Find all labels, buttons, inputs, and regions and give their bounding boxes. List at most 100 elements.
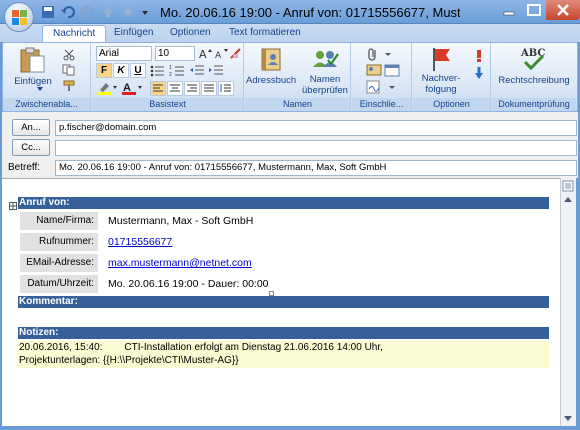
- close-icon[interactable]: [546, 0, 580, 20]
- office-button[interactable]: [4, 2, 34, 32]
- paste-dropdown-icon[interactable]: [36, 86, 44, 92]
- justify-button[interactable]: [201, 81, 217, 96]
- customize-qat-icon[interactable]: [140, 4, 150, 20]
- tab-text-formatieren[interactable]: Text formatieren: [219, 25, 311, 42]
- attach-dropdown-icon[interactable]: [384, 47, 392, 61]
- svg-text:2: 2: [169, 72, 172, 78]
- check-names-icon[interactable]: [310, 46, 340, 72]
- font-size-combo[interactable]: 10: [155, 46, 195, 61]
- tab-optionen[interactable]: Optionen: [160, 25, 221, 42]
- align-left-button[interactable]: [150, 81, 166, 96]
- name-company-label: Name/Firma:: [20, 212, 98, 230]
- high-importance-icon[interactable]: [474, 49, 484, 63]
- datetime-label: Datum/Uhrzeit:: [20, 275, 98, 293]
- svg-text:1: 1: [169, 65, 172, 71]
- ruler-toggle-icon[interactable]: [562, 180, 574, 192]
- name-company-value: Mustermann, Max - Soft GmbH: [108, 215, 254, 227]
- group-include: Einschlie...: [352, 43, 412, 111]
- up-arrow-icon[interactable]: [100, 4, 116, 20]
- line-spacing-icon: [220, 84, 231, 92]
- group-label: Einschlie...: [352, 98, 411, 111]
- increase-indent-icon[interactable]: [208, 63, 224, 78]
- notes-content: 20.06.2016, 15:40: CTI-Installation erfol…: [18, 341, 549, 368]
- notes-date: 20.06.2016, 15:40:: [19, 342, 103, 353]
- email-label: EMail-Adresse:: [20, 254, 98, 272]
- group-label: Optionen: [413, 98, 490, 111]
- to-button[interactable]: An...: [12, 119, 50, 136]
- phone-link[interactable]: 01715556677: [108, 233, 172, 251]
- group-label: Dokumentprüfung: [492, 98, 576, 111]
- notes-text: CTI-Installation erfolgt am Dienstag 21.…: [124, 342, 383, 353]
- check-names-line1: Namen: [309, 74, 341, 85]
- cc-field[interactable]: [55, 140, 577, 156]
- down-arrow-icon[interactable]: [120, 4, 136, 20]
- check-names-label[interactable]: Namen überprüfen: [298, 74, 352, 96]
- address-book-label[interactable]: Adressbuch: [246, 75, 296, 86]
- font-name-combo[interactable]: Arial: [96, 46, 152, 61]
- datetime-value: Mo. 20.06.16 19:00 - Dauer: 00:00: [108, 278, 269, 290]
- bold-button[interactable]: F: [96, 63, 112, 78]
- signature-icon[interactable]: [366, 80, 382, 94]
- bullets-icon[interactable]: [149, 63, 165, 78]
- shrink-font-icon[interactable]: A: [214, 47, 228, 60]
- subject-label: Betreff:: [8, 162, 41, 173]
- group-label: Namen: [245, 98, 350, 111]
- minimize-icon[interactable]: [496, 0, 522, 20]
- email-link[interactable]: max.mustermann@netnet.com: [108, 254, 252, 272]
- highlight-icon[interactable]: [97, 81, 117, 95]
- low-importance-icon[interactable]: [474, 66, 484, 80]
- align-left-icon: [153, 84, 163, 92]
- table-move-handle-icon[interactable]: [9, 202, 17, 210]
- group-label: Zwischenabla...: [3, 98, 90, 111]
- cut-icon[interactable]: [62, 49, 76, 61]
- paste-icon[interactable]: [18, 46, 48, 74]
- paste-label[interactable]: Einfügen: [10, 76, 56, 87]
- decrease-indent-icon[interactable]: [189, 63, 205, 78]
- notes-project-line: Projektunterlagen: {{H:\\Projekte\CTI\Mu…: [19, 355, 239, 366]
- check-names-line2: überprüfen: [302, 85, 348, 96]
- tab-einfuegen[interactable]: Einfügen: [104, 25, 163, 42]
- copy-icon[interactable]: [62, 64, 76, 76]
- format-painter-icon[interactable]: [62, 80, 76, 92]
- numbering-icon[interactable]: 12: [169, 63, 185, 78]
- font-color-icon[interactable]: A: [121, 81, 143, 95]
- undo-icon[interactable]: [60, 4, 76, 20]
- grow-font-icon[interactable]: A: [198, 47, 212, 60]
- attach-file-icon[interactable]: [366, 47, 380, 61]
- line-spacing-button[interactable]: [218, 81, 234, 96]
- follow-up-flag-icon[interactable]: [428, 45, 454, 73]
- follow-up-label[interactable]: Nachver-folgung: [418, 73, 464, 95]
- signature-dropdown-icon[interactable]: [384, 80, 400, 94]
- italic-button[interactable]: K: [113, 63, 129, 78]
- redo-icon[interactable]: [80, 4, 96, 20]
- clear-format-icon[interactable]: [229, 47, 242, 60]
- to-field[interactable]: p.fischer@domain.com: [55, 120, 577, 136]
- align-center-button[interactable]: [167, 81, 183, 96]
- cc-button[interactable]: Cc...: [12, 139, 50, 156]
- save-icon[interactable]: [40, 4, 56, 20]
- align-right-icon: [187, 84, 197, 92]
- scroll-down-icon[interactable]: [562, 412, 574, 424]
- follow-up-line2: folgung: [425, 84, 457, 95]
- tab-nachricht[interactable]: Nachricht: [42, 25, 107, 43]
- spelling-label[interactable]: Rechtschreibung: [494, 75, 574, 86]
- underline-button[interactable]: U: [130, 63, 146, 78]
- maximize-icon[interactable]: [522, 0, 546, 20]
- address-book-icon[interactable]: [258, 46, 284, 72]
- subject-field[interactable]: Mo. 20.06.16 19:00 - Anruf von: 01715556…: [55, 160, 577, 176]
- svg-text:A: A: [215, 51, 222, 60]
- vertical-scrollbar[interactable]: [560, 178, 576, 426]
- group-label: Basistext: [92, 98, 243, 111]
- comment-section-header: Kommentar:: [18, 296, 549, 308]
- office-logo-icon: [12, 10, 27, 25]
- window-title: Mo. 20.06.16 19:00 - Anruf von: 01715556…: [160, 5, 460, 20]
- business-card-icon[interactable]: [366, 63, 382, 77]
- align-right-button[interactable]: [184, 81, 200, 96]
- spelling-icon[interactable]: ABC: [519, 45, 547, 73]
- follow-up-line1: Nachver-: [421, 73, 461, 84]
- calendar-icon[interactable]: [384, 63, 400, 77]
- scroll-up-icon[interactable]: [562, 194, 574, 206]
- svg-text:A: A: [199, 48, 207, 60]
- call-section-header: Anruf von:: [18, 197, 549, 209]
- notes-section-header: Notizen:: [18, 327, 549, 339]
